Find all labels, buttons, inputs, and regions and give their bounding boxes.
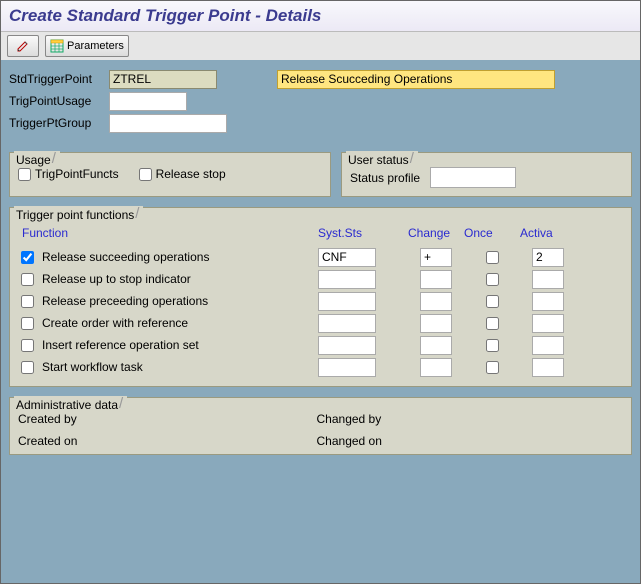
changed-by-value — [425, 412, 624, 426]
group-divider-icon: / — [52, 150, 56, 167]
change-input[interactable] — [420, 314, 452, 333]
trig-group-label: TriggerPtGroup — [9, 116, 109, 130]
syststs-input[interactable] — [318, 248, 376, 267]
change-input[interactable] — [420, 248, 452, 267]
syststs-input[interactable] — [318, 292, 376, 311]
function-name: Release preceeding operations — [38, 294, 318, 308]
functions-groupbox: Trigger point functions / Function Syst.… — [9, 207, 632, 387]
function-row: Release succeeding operations — [18, 246, 623, 268]
function-enable-checkbox[interactable] — [21, 317, 34, 330]
change-input[interactable] — [420, 292, 452, 311]
change-input[interactable] — [420, 336, 452, 355]
admin-groupbox: Administrative data / Created by Changed… — [9, 397, 632, 455]
function-row: Create order with reference — [18, 312, 623, 334]
userstatus-groupbox: User status / Status profile — [341, 152, 632, 197]
activa-input[interactable] — [532, 314, 564, 333]
group-divider-icon: / — [410, 150, 414, 167]
releasestop-checkbox[interactable]: Release stop — [139, 167, 226, 181]
edit-button[interactable] — [7, 35, 39, 57]
toolbar: Parameters — [1, 32, 640, 61]
function-row: Insert reference operation set — [18, 334, 623, 356]
syststs-input[interactable] — [318, 336, 376, 355]
app-window: Create Standard Trigger Point - Details — [0, 0, 641, 584]
trig-group-input[interactable] — [109, 114, 227, 133]
syststs-input[interactable] — [318, 270, 376, 289]
function-name: Start workflow task — [38, 360, 318, 374]
functions-header: Function Syst.Sts Change Once Activa — [18, 222, 623, 244]
created-on-value — [118, 434, 317, 448]
userstatus-group-title: User status — [348, 153, 409, 167]
change-input[interactable] — [420, 358, 452, 377]
activa-input[interactable] — [532, 336, 564, 355]
once-checkbox[interactable] — [486, 273, 499, 286]
group-divider-icon: / — [135, 205, 139, 222]
once-checkbox[interactable] — [486, 317, 499, 330]
once-checkbox[interactable] — [486, 361, 499, 374]
col-once: Once — [464, 226, 520, 240]
status-profile-label: Status profile — [350, 171, 420, 185]
col-activa: Activa — [520, 226, 576, 240]
function-name: Release up to stop indicator — [38, 272, 318, 286]
function-enable-checkbox[interactable] — [21, 251, 34, 264]
std-trigger-input[interactable] — [109, 70, 217, 89]
activa-input[interactable] — [532, 270, 564, 289]
created-on-label: Created on — [18, 434, 118, 448]
created-by-label: Created by — [18, 412, 118, 426]
function-enable-checkbox[interactable] — [21, 361, 34, 374]
trig-usage-input[interactable] — [109, 92, 187, 111]
once-checkbox[interactable] — [486, 339, 499, 352]
usage-groupbox: Usage / TrigPointFuncts Release stop — [9, 152, 331, 197]
change-input[interactable] — [420, 270, 452, 289]
function-row: Start workflow task — [18, 356, 623, 378]
created-by-value — [118, 412, 317, 426]
function-enable-checkbox[interactable] — [21, 295, 34, 308]
group-divider-icon: / — [119, 395, 123, 412]
activa-input[interactable] — [532, 358, 564, 377]
activa-input[interactable] — [532, 248, 564, 267]
parameters-button-label: Parameters — [67, 40, 124, 52]
function-name: Insert reference operation set — [38, 338, 318, 352]
changed-on-label: Changed on — [317, 434, 425, 448]
header-fields: StdTriggerPoint TrigPointUsage TriggerPt… — [9, 68, 632, 134]
std-trigger-label: StdTriggerPoint — [9, 72, 109, 86]
syststs-input[interactable] — [318, 358, 376, 377]
admin-group-title: Administrative data — [16, 398, 118, 412]
col-function: Function — [18, 226, 318, 240]
changed-on-value — [425, 434, 624, 448]
changed-by-label: Changed by — [317, 412, 425, 426]
activa-input[interactable] — [532, 292, 564, 311]
pencil-icon — [16, 39, 30, 53]
functions-group-title: Trigger point functions — [16, 208, 134, 222]
parameters-button[interactable]: Parameters — [45, 35, 129, 57]
syststs-input[interactable] — [318, 314, 376, 333]
function-name: Release succeeding operations — [38, 250, 318, 264]
work-area: StdTriggerPoint TrigPointUsage TriggerPt… — [1, 60, 640, 583]
function-row: Release preceeding operations — [18, 290, 623, 312]
col-syssts: Syst.Sts — [318, 226, 408, 240]
page-title: Create Standard Trigger Point - Details — [9, 6, 321, 26]
description-input[interactable] — [277, 70, 555, 89]
function-enable-checkbox[interactable] — [21, 339, 34, 352]
col-change: Change — [408, 226, 464, 240]
trig-usage-label: TrigPointUsage — [9, 94, 109, 108]
function-enable-checkbox[interactable] — [21, 273, 34, 286]
title-bar: Create Standard Trigger Point - Details — [1, 1, 640, 32]
function-name: Create order with reference — [38, 316, 318, 330]
once-checkbox[interactable] — [486, 295, 499, 308]
status-profile-input[interactable] — [430, 167, 516, 188]
function-row: Release up to stop indicator — [18, 268, 623, 290]
usage-group-title: Usage — [16, 153, 51, 167]
trigpointfuncts-checkbox[interactable]: TrigPointFuncts — [18, 167, 119, 181]
once-checkbox[interactable] — [486, 251, 499, 264]
overview-icon — [50, 39, 64, 53]
